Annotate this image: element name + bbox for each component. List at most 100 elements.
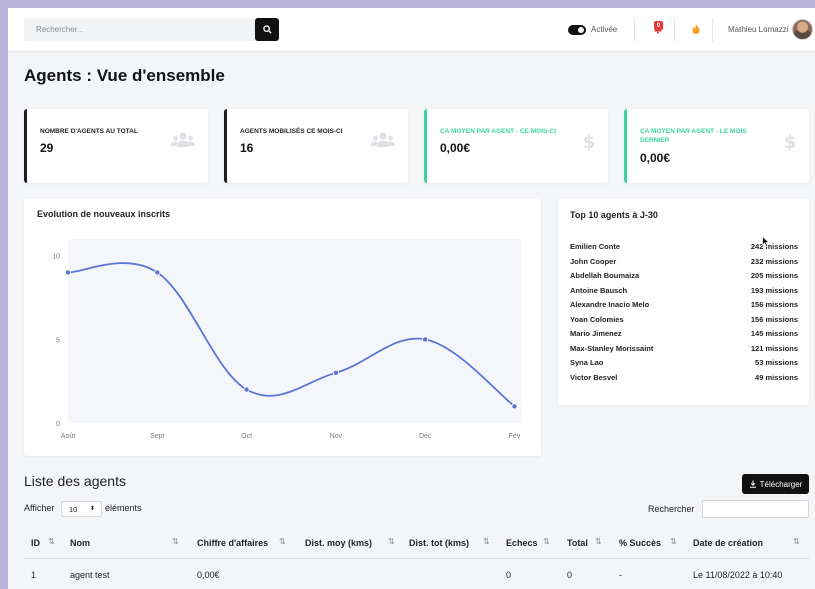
agent-name: Mario Jimenez: [570, 329, 622, 338]
y-tick-label: 5: [56, 337, 60, 344]
kpi-label: CA moyen par agent - le mois dernier: [640, 128, 747, 144]
data-point: [422, 336, 429, 343]
global-search-input[interactable]: [24, 18, 256, 41]
show-label: Afficher: [24, 503, 55, 513]
data-point: [243, 386, 250, 393]
top10-row[interactable]: Yoan Colomies 156 missions: [570, 315, 798, 330]
chevron-updown-icon: ⬍: [89, 506, 95, 512]
mouse-cursor-icon: [762, 236, 770, 247]
cell-total: 0: [567, 570, 573, 580]
column-header-succes[interactable]: % Succès: [619, 538, 661, 548]
agent-name: Yoan Colomies: [570, 314, 624, 324]
kpi-label: Agents mobilisés ce mois-ci: [240, 128, 343, 135]
agent-name: Victor Besvel: [570, 372, 618, 382]
data-point: [511, 403, 518, 410]
agent-missions: 49 missions: [755, 372, 798, 382]
dollar-icon: $: [784, 132, 797, 151]
top10-row[interactable]: Syna Lao 53 missions: [570, 358, 798, 373]
svg-text:$: $: [583, 132, 596, 151]
top10-row[interactable]: Alexandre Inacio Melo 156 missions: [570, 300, 798, 315]
top10-row[interactable]: Mario Jimenez 145 missions: [570, 329, 798, 344]
column-header-dist-tot[interactable]: Dist. tot (kms): [409, 538, 469, 548]
top10-agents-card: Top 10 agents à J-30 Emilien Conte 242 mi…: [558, 199, 809, 405]
column-header-id[interactable]: ID: [31, 538, 40, 548]
sort-icon[interactable]: ⇅: [48, 537, 55, 546]
top10-title: Top 10 agents à J-30: [570, 210, 658, 220]
avatar[interactable]: [792, 19, 813, 40]
table-search-input[interactable]: [702, 500, 809, 518]
top10-row[interactable]: John Cooper 232 missions: [570, 257, 798, 272]
column-header-nom[interactable]: Nom: [70, 538, 90, 548]
x-tick-label: Sept: [150, 433, 164, 440]
kpi-mobilized-agents: Agents mobilisés ce mois-ci 16: [224, 109, 408, 183]
table-search-label: Rechercher: [648, 504, 695, 514]
search-icon: [262, 25, 272, 34]
download-button[interactable]: Télécharger: [742, 474, 809, 494]
kpi-value: 0,00€: [640, 151, 671, 165]
kpi-avg-revenue-this-month: CA moyen par agent - ce mois-ci 0,00€ $: [424, 109, 608, 183]
agent-missions: 145 missions: [750, 329, 798, 338]
sort-icon[interactable]: ⇅: [172, 537, 179, 546]
agent-missions: 205 missions: [750, 271, 798, 280]
cell-echecs: 0: [506, 570, 512, 580]
elements-label: éléments: [105, 503, 142, 513]
sort-icon[interactable]: ⇅: [670, 537, 677, 546]
top10-row[interactable]: Antoine Bausch 193 missions: [570, 286, 798, 301]
column-header-echecs[interactable]: Echecs: [506, 538, 538, 548]
x-tick-label: Oct: [241, 433, 252, 440]
agent-missions: 193 missions: [750, 285, 798, 295]
agent-missions: 242 missions: [750, 242, 798, 251]
top-bar: Activée 0 Mathieu Lomazzi: [8, 8, 815, 52]
activation-toggle[interactable]: [568, 25, 586, 35]
x-tick-label: Fév: [509, 433, 521, 440]
divider: [634, 18, 635, 42]
column-header-date-creation[interactable]: Date de création: [693, 538, 763, 548]
page-size-value: 10: [69, 505, 78, 514]
cell-nom: agent test: [70, 570, 110, 580]
column-header-chiffre-affaires[interactable]: Chiffre d'affaires: [197, 538, 268, 548]
top10-row[interactable]: Abdellah Boumaiza 205 missions: [570, 271, 798, 286]
page-size-select[interactable]: 10 ⬍: [61, 501, 102, 517]
agent-name: Max-Stanley Morissaint: [570, 343, 654, 353]
sort-icon[interactable]: ⇅: [543, 537, 550, 546]
svg-text:$: $: [784, 132, 797, 151]
flame-icon[interactable]: [691, 23, 701, 35]
agent-name: John Cooper: [570, 256, 617, 266]
divider: [674, 18, 675, 42]
users-icon: [171, 132, 195, 147]
global-search: [24, 18, 279, 41]
download-icon: [749, 480, 756, 488]
download-label: Télécharger: [759, 479, 803, 489]
column-header-dist-moy[interactable]: Dist. moy (kms): [305, 538, 372, 548]
new-signups-line-chart: 0 5 10 Août Sept Oct Nov Déc Fév: [52, 239, 522, 440]
cell-chiffre-affaires: 0,00€: [197, 570, 220, 580]
users-icon: [371, 132, 395, 147]
agent-missions: 121 missions: [750, 343, 798, 353]
search-button[interactable]: [255, 18, 279, 41]
sort-icon[interactable]: ⇅: [483, 537, 490, 546]
sort-icon[interactable]: ⇅: [793, 537, 800, 546]
agent-missions: 232 missions: [750, 256, 798, 266]
kpi-total-agents: Nombre d'agents au total 29: [24, 109, 208, 183]
activation-toggle-label: Activée: [591, 25, 618, 34]
cell-date-creation: Le 11/08/2022 à 10:40: [693, 570, 783, 580]
agent-missions: 156 missions: [750, 314, 798, 324]
new-signups-chart-card: Evolution de nouveaux inscrits 0 5 10 Août S…: [24, 199, 541, 456]
kpi-label: CA moyen par agent - ce mois-ci: [440, 128, 557, 135]
sort-icon[interactable]: ⇅: [388, 537, 395, 546]
agent-name: Antoine Bausch: [570, 285, 628, 295]
kpi-avg-revenue-last-month: CA moyen par agent - le mois dernier 0,0…: [624, 109, 809, 183]
agent-name: Alexandre Inacio Melo: [570, 300, 650, 309]
top10-row[interactable]: Victor Besvel 49 missions: [570, 373, 798, 388]
x-tick-label: Nov: [330, 433, 343, 440]
agent-missions: 156 missions: [750, 300, 798, 309]
sort-icon[interactable]: ⇅: [279, 537, 286, 546]
kpi-value: 16: [240, 141, 254, 155]
column-header-total[interactable]: Total: [567, 538, 588, 548]
user-name[interactable]: Mathieu Lomazzi: [728, 25, 788, 34]
table-header-divider: [24, 558, 809, 559]
x-tick-label: Déc: [419, 433, 432, 440]
page-title: Agents : Vue d'ensemble: [24, 66, 225, 85]
top10-row[interactable]: Max-Stanley Morissaint 121 missions: [570, 344, 798, 359]
sort-icon[interactable]: ⇅: [595, 537, 602, 546]
